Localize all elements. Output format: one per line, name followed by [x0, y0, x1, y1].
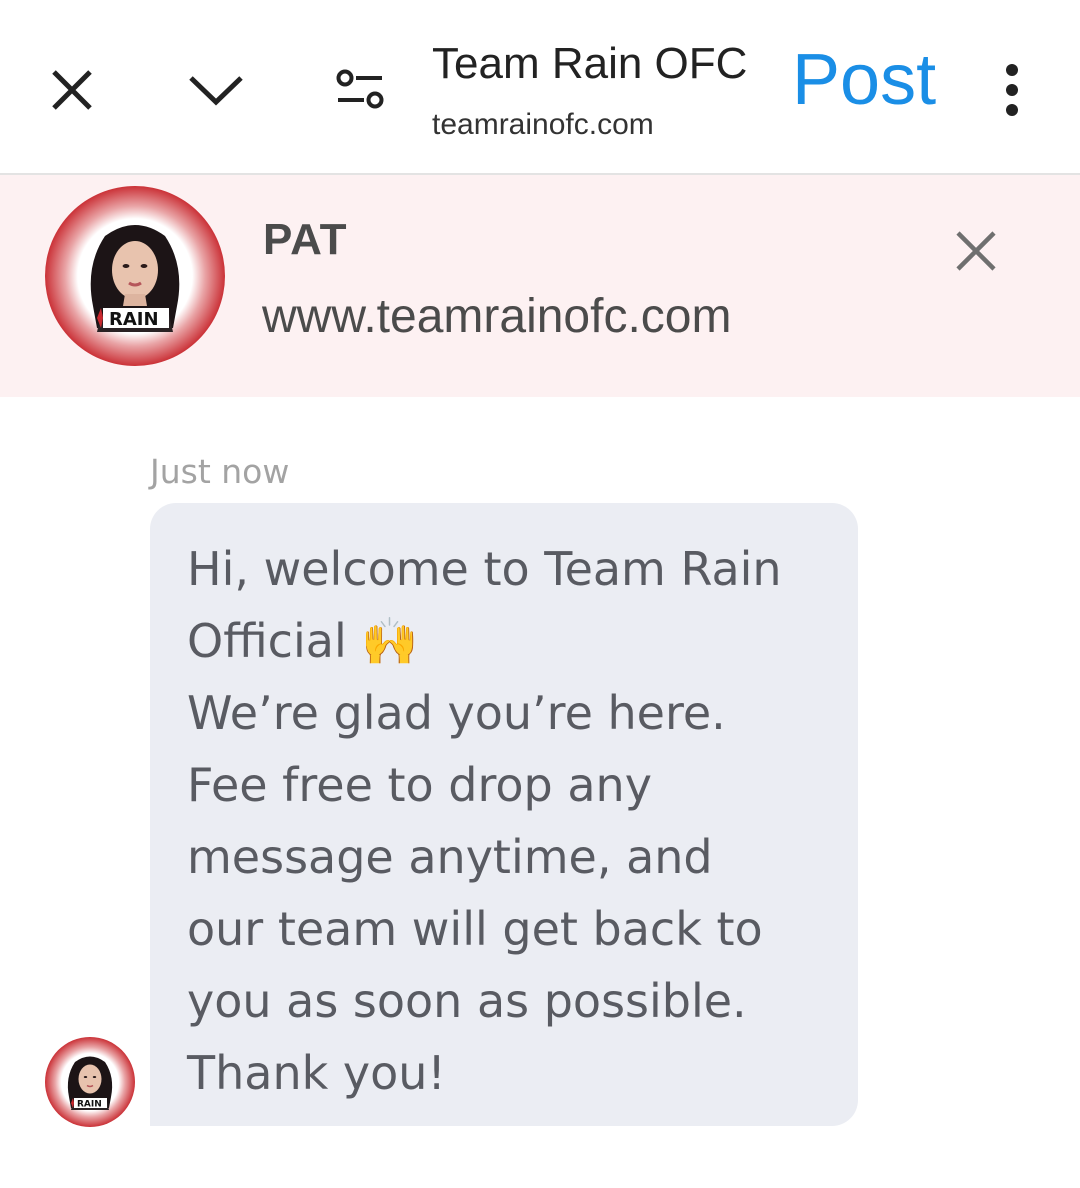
close-chat-icon[interactable] [954, 229, 998, 273]
agent-website: www.teamrainofc.com [262, 290, 732, 343]
agent-name: PAT [263, 215, 348, 264]
message-line: message anytime, and [187, 830, 713, 884]
message-bubble: Hi, welcome to Team Rain Official 🙌 We’r… [150, 503, 858, 1126]
message-timestamp: Just now [150, 452, 290, 491]
agent-portrait-small-icon: RAIN [67, 1056, 113, 1110]
message-line: We’re glad you’re here. [187, 686, 726, 740]
more-vert-icon[interactable] [998, 62, 1026, 118]
page-title-block: Team Rain OFC teamrainofc.com [432, 38, 747, 142]
chat-header: RAIN PAT www.teamrainofc.com [0, 175, 1080, 397]
agent-portrait-icon: RAIN [90, 225, 180, 332]
close-icon[interactable] [48, 66, 96, 114]
svg-text:RAIN: RAIN [109, 309, 159, 330]
message-line: Fee free to drop any [187, 758, 652, 812]
agent-avatar: RAIN [45, 186, 225, 366]
message-line: you as soon as possible. [187, 974, 747, 1028]
page-domain: teamrainofc.com [432, 108, 654, 141]
post-button[interactable]: Post [792, 38, 936, 122]
chevron-down-icon[interactable] [186, 66, 246, 114]
page-title: Team Rain OFC [432, 39, 748, 88]
message-line: our team will get back to [187, 902, 763, 956]
browser-top-bar: Team Rain OFC teamrainofc.com Post [0, 0, 1080, 175]
message-avatar: RAIN [45, 1037, 135, 1127]
message-line: Thank you! [187, 1046, 446, 1100]
svg-text:RAIN: RAIN [77, 1100, 102, 1110]
tune-icon[interactable] [334, 66, 386, 114]
message-line: Hi, welcome to Team Rain [187, 542, 782, 596]
message-line: Official 🙌 [187, 614, 419, 668]
